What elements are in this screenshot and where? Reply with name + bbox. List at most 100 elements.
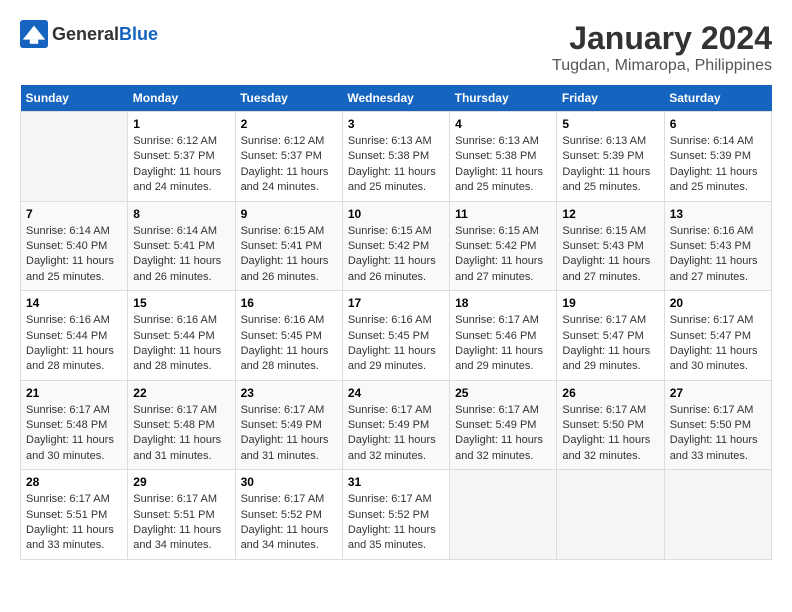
day-info: Sunrise: 6:15 AMSunset: 5:42 PMDaylight:… — [455, 224, 551, 286]
day-cell — [557, 470, 664, 560]
header-monday: Monday — [128, 85, 235, 112]
day-info: Sunrise: 6:14 AMSunset: 5:39 PMDaylight:… — [670, 134, 766, 196]
day-info: Sunrise: 6:17 AMSunset: 5:49 PMDaylight:… — [348, 403, 444, 465]
day-info: Sunrise: 6:15 AMSunset: 5:41 PMDaylight:… — [241, 224, 337, 286]
week-row-5: 28 Sunrise: 6:17 AMSunset: 5:51 PMDayligh… — [21, 470, 772, 560]
day-number: 28 — [26, 475, 122, 489]
day-number: 14 — [26, 296, 122, 310]
day-number: 3 — [348, 117, 444, 131]
day-cell: 6 Sunrise: 6:14 AMSunset: 5:39 PMDaylight… — [664, 112, 771, 202]
day-cell — [21, 112, 128, 202]
day-info: Sunrise: 6:17 AMSunset: 5:50 PMDaylight:… — [670, 403, 766, 465]
day-number: 10 — [348, 207, 444, 221]
calendar-table: SundayMondayTuesdayWednesdayThursdayFrid… — [20, 85, 772, 560]
day-number: 31 — [348, 475, 444, 489]
day-info: Sunrise: 6:14 AMSunset: 5:40 PMDaylight:… — [26, 224, 122, 286]
day-cell: 8Sunrise: 6:14 AMSunset: 5:41 PMDaylight… — [128, 201, 235, 291]
week-row-2: 7 Sunrise: 6:14 AMSunset: 5:40 PMDaylight… — [21, 201, 772, 291]
day-number: 18 — [455, 296, 551, 310]
day-cell: 17 Sunrise: 6:16 AMSunset: 5:45 PMDayligh… — [342, 291, 449, 381]
day-info: Sunrise: 6:16 AMSunset: 5:45 PMDaylight:… — [241, 313, 337, 375]
day-cell: 19 Sunrise: 6:17 AMSunset: 5:47 PMDayligh… — [557, 291, 664, 381]
calendar-title: January 2024 — [552, 20, 772, 57]
day-info: Sunrise: 6:17 AMSunset: 5:50 PMDaylight:… — [562, 403, 658, 465]
day-number: 16 — [241, 296, 337, 310]
day-number: 19 — [562, 296, 658, 310]
day-cell: 1 Sunrise: 6:12 AMSunset: 5:37 PMDaylight… — [128, 112, 235, 202]
day-info: Sunrise: 6:13 AMSunset: 5:38 PMDaylight:… — [455, 134, 551, 196]
header-tuesday: Tuesday — [235, 85, 342, 112]
day-number: 7 — [26, 207, 122, 221]
day-info: Sunrise: 6:17 AMSunset: 5:51 PMDaylight:… — [133, 492, 229, 554]
day-number: 6 — [670, 117, 766, 131]
day-cell — [450, 470, 557, 560]
header-friday: Friday — [557, 85, 664, 112]
day-cell: 24Sunrise: 6:17 AMSunset: 5:49 PMDayligh… — [342, 380, 449, 470]
week-row-1: 1 Sunrise: 6:12 AMSunset: 5:37 PMDaylight… — [21, 112, 772, 202]
day-number: 29 — [133, 475, 229, 489]
header-wednesday: Wednesday — [342, 85, 449, 112]
logo-general: General — [52, 24, 119, 44]
logo-blue: Blue — [119, 24, 158, 44]
day-info: Sunrise: 6:17 AMSunset: 5:49 PMDaylight:… — [455, 403, 551, 465]
logo: GeneralBlue — [20, 20, 158, 48]
day-info: Sunrise: 6:17 AMSunset: 5:49 PMDaylight:… — [241, 403, 337, 465]
day-info: Sunrise: 6:16 AMSunset: 5:45 PMDaylight:… — [348, 313, 444, 375]
week-row-4: 21Sunrise: 6:17 AMSunset: 5:48 PMDayligh… — [21, 380, 772, 470]
day-info: Sunrise: 6:17 AMSunset: 5:52 PMDaylight:… — [348, 492, 444, 554]
day-cell: 13Sunrise: 6:16 AMSunset: 5:43 PMDayligh… — [664, 201, 771, 291]
day-info: Sunrise: 6:12 AMSunset: 5:37 PMDaylight:… — [133, 134, 229, 196]
day-cell: 7 Sunrise: 6:14 AMSunset: 5:40 PMDaylight… — [21, 201, 128, 291]
page-header: GeneralBlue January 2024 Tugdan, Mimarop… — [20, 20, 772, 75]
day-number: 30 — [241, 475, 337, 489]
day-info: Sunrise: 6:12 AMSunset: 5:37 PMDaylight:… — [241, 134, 337, 196]
calendar-subtitle: Tugdan, Mimaropa, Philippines — [552, 57, 772, 75]
day-cell: 21Sunrise: 6:17 AMSunset: 5:48 PMDayligh… — [21, 380, 128, 470]
day-number: 25 — [455, 386, 551, 400]
day-number: 11 — [455, 207, 551, 221]
day-number: 27 — [670, 386, 766, 400]
day-cell: 11 Sunrise: 6:15 AMSunset: 5:42 PMDayligh… — [450, 201, 557, 291]
day-cell: 3 Sunrise: 6:13 AMSunset: 5:38 PMDaylight… — [342, 112, 449, 202]
calendar-header-row: SundayMondayTuesdayWednesdayThursdayFrid… — [21, 85, 772, 112]
day-info: Sunrise: 6:17 AMSunset: 5:46 PMDaylight:… — [455, 313, 551, 375]
day-number: 4 — [455, 117, 551, 131]
day-info: Sunrise: 6:17 AMSunset: 5:48 PMDaylight:… — [133, 403, 229, 465]
day-cell: 9 Sunrise: 6:15 AMSunset: 5:41 PMDaylight… — [235, 201, 342, 291]
day-number: 9 — [241, 207, 337, 221]
day-number: 26 — [562, 386, 658, 400]
day-cell: 14Sunrise: 6:16 AMSunset: 5:44 PMDayligh… — [21, 291, 128, 381]
day-cell: 28 Sunrise: 6:17 AMSunset: 5:51 PMDayligh… — [21, 470, 128, 560]
day-info: Sunrise: 6:15 AMSunset: 5:43 PMDaylight:… — [562, 224, 658, 286]
day-cell: 27 Sunrise: 6:17 AMSunset: 5:50 PMDayligh… — [664, 380, 771, 470]
header-saturday: Saturday — [664, 85, 771, 112]
day-cell: 15 Sunrise: 6:16 AMSunset: 5:44 PMDayligh… — [128, 291, 235, 381]
day-cell: 31 Sunrise: 6:17 AMSunset: 5:52 PMDayligh… — [342, 470, 449, 560]
day-number: 1 — [133, 117, 229, 131]
day-number: 15 — [133, 296, 229, 310]
day-cell: 4 Sunrise: 6:13 AMSunset: 5:38 PMDaylight… — [450, 112, 557, 202]
day-number: 23 — [241, 386, 337, 400]
day-number: 20 — [670, 296, 766, 310]
day-cell: 2Sunrise: 6:12 AMSunset: 5:37 PMDaylight… — [235, 112, 342, 202]
day-info: Sunrise: 6:13 AMSunset: 5:38 PMDaylight:… — [348, 134, 444, 196]
day-number: 12 — [562, 207, 658, 221]
day-number: 8 — [133, 207, 229, 221]
day-cell: 10 Sunrise: 6:15 AMSunset: 5:42 PMDayligh… — [342, 201, 449, 291]
day-number: 5 — [562, 117, 658, 131]
day-number: 22 — [133, 386, 229, 400]
day-info: Sunrise: 6:17 AMSunset: 5:47 PMDaylight:… — [562, 313, 658, 375]
logo-icon — [20, 20, 48, 48]
day-cell: 5Sunrise: 6:13 AMSunset: 5:39 PMDaylight… — [557, 112, 664, 202]
day-cell: 25 Sunrise: 6:17 AMSunset: 5:49 PMDayligh… — [450, 380, 557, 470]
day-info: Sunrise: 6:17 AMSunset: 5:51 PMDaylight:… — [26, 492, 122, 554]
week-row-3: 14 Sunrise: 6:16 AMSunset: 5:44 PMDayligh… — [21, 291, 772, 381]
day-cell: 26 Sunrise: 6:17 AMSunset: 5:50 PMDayligh… — [557, 380, 664, 470]
day-number: 17 — [348, 296, 444, 310]
day-info: Sunrise: 6:16 AMSunset: 5:43 PMDaylight:… — [670, 224, 766, 286]
day-cell: 29 Sunrise: 6:17 AMSunset: 5:51 PMDayligh… — [128, 470, 235, 560]
day-info: Sunrise: 6:15 AMSunset: 5:42 PMDaylight:… — [348, 224, 444, 286]
day-info: Sunrise: 6:16 AMSunset: 5:44 PMDaylight:… — [133, 313, 229, 375]
day-cell: 22 Sunrise: 6:17 AMSunset: 5:48 PMDayligh… — [128, 380, 235, 470]
day-cell: 30Sunrise: 6:17 AMSunset: 5:52 PMDayligh… — [235, 470, 342, 560]
